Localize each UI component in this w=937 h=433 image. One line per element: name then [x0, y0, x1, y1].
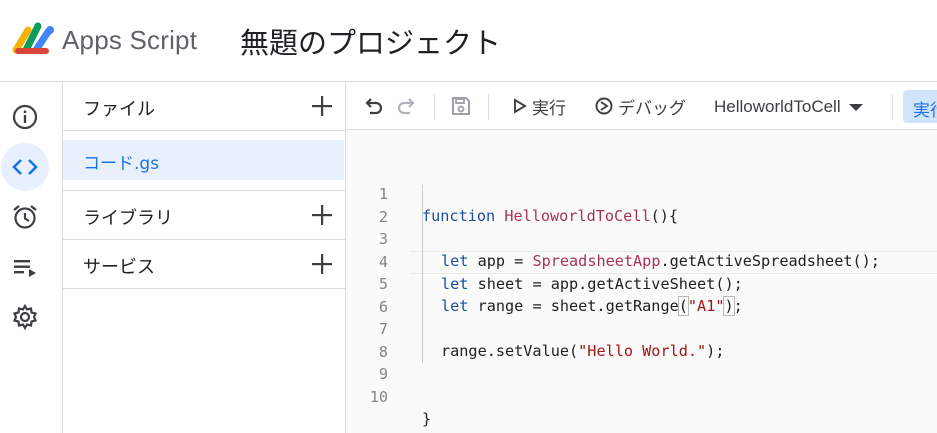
files-label: ファイル [83, 99, 155, 120]
libraries-section-header: ライブラリ [63, 190, 346, 240]
libraries-label: ライブラリ [83, 208, 173, 229]
function-select[interactable]: HelloworldToCell [714, 94, 865, 120]
gear-icon [12, 303, 38, 331]
services-section-header: サービス [63, 240, 346, 289]
code-line-current: 5 let range = sheet.getRange("A1"); [346, 251, 937, 316]
code-line: 6 [346, 274, 937, 316]
dropdown-arrow-icon [848, 104, 863, 111]
file-item-code-gs[interactable]: コード.gs [63, 140, 344, 180]
rail-item-settings[interactable] [0, 292, 50, 342]
run-button-label: 実行 [913, 101, 937, 121]
files-panel: ファイル コード.gs ライブラリ サービス [63, 82, 346, 433]
left-nav-rail [0, 82, 63, 433]
play-icon [514, 98, 527, 114]
add-file-icon[interactable] [310, 94, 334, 118]
services-label: サービス [83, 257, 155, 278]
run-toolbar-button[interactable]: 実行 [512, 94, 566, 119]
save-button[interactable] [450, 94, 472, 118]
debug-icon [595, 97, 613, 115]
files-section-header: ファイル [63, 82, 346, 131]
selected-function: HelloworldToCell [714, 97, 841, 116]
code-line: 1 function HelloworldToCell(){ [346, 161, 937, 225]
code-line: 2 [346, 184, 937, 226]
run-label: 実行 [532, 98, 566, 119]
code-line: 4 let sheet = app.getActiveSheet(); [346, 229, 937, 293]
run-button-primary[interactable]: 実行 [903, 90, 937, 123]
redo-icon [397, 98, 415, 115]
code-line: 8 [346, 319, 937, 361]
code-line: 3 let app = SpreadsheetApp.getActiveSpre… [346, 206, 937, 270]
editor-toolbar: 実行 デバッグ HelloworldToCell 実行 [346, 82, 937, 130]
save-icon [452, 97, 470, 115]
undo-button[interactable] [362, 94, 384, 118]
project-title[interactable]: 無題のプロジェクト [240, 20, 501, 62]
app-name[interactable]: Apps Script [62, 25, 197, 56]
add-service-icon[interactable] [310, 252, 334, 276]
rail-item-overview[interactable] [0, 92, 50, 142]
rail-item-editor[interactable] [0, 142, 50, 192]
line-number: 10 [369, 388, 388, 406]
file-name: コード.gs [83, 154, 160, 174]
code-line: 9 [346, 341, 937, 383]
top-bar: Apps Script 無題のプロジェクト [0, 0, 937, 82]
executions-list-icon [14, 260, 36, 277]
code-icon [12, 159, 38, 175]
add-library-icon[interactable] [310, 203, 334, 227]
toolbar-divider [488, 94, 489, 120]
info-icon [12, 104, 38, 130]
debug-button[interactable]: デバッグ [594, 94, 686, 119]
toolbar-divider [434, 94, 435, 120]
code-line: 7 range.setValue("Hello World."); [346, 296, 937, 360]
code-editor[interactable]: 1 function HelloworldToCell(){ 2 3 let a… [346, 130, 937, 433]
debug-label: デバッグ [618, 98, 686, 119]
undo-icon [365, 98, 383, 115]
apps-script-logo-icon[interactable] [12, 20, 56, 58]
rail-item-executions[interactable] [0, 242, 50, 292]
rail-item-triggers[interactable] [0, 192, 50, 242]
redo-button[interactable] [396, 94, 418, 118]
code-line: 10 } [346, 364, 937, 428]
alarm-clock-icon [13, 205, 37, 229]
toolbar-divider [892, 94, 893, 120]
